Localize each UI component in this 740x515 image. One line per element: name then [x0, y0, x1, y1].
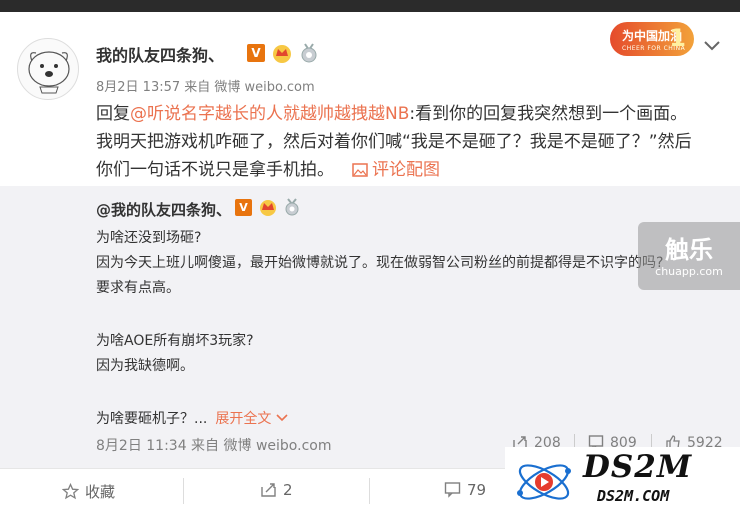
promo-banner[interactable]: 为中国加油 CHEER FOR CHINA 1	[610, 22, 694, 56]
chevron-down-icon	[276, 414, 288, 422]
repost-line: 因为今天上班儿啊傻逼，最开始微博就说了。现在做弱智公司粉丝的前提都得是不识字的吗…	[96, 255, 664, 271]
divider	[369, 478, 370, 504]
expand-full-text[interactable]: 展开全文	[215, 411, 288, 427]
repost-line: 为啥还没到场砸?	[96, 230, 202, 246]
verified-badge[interactable]: V	[247, 44, 265, 62]
repost-username[interactable]: @我的队友四条狗、	[96, 199, 231, 220]
comment-icon	[444, 482, 461, 498]
repost-line: 因为我缺德啊。	[96, 358, 194, 374]
favorite-button[interactable]: 收藏	[61, 481, 116, 502]
repost-line: 为啥要砸机子？...	[96, 411, 208, 427]
comment-button[interactable]: 79	[444, 481, 486, 499]
repost-medal-badge-icon[interactable]	[283, 198, 301, 216]
comment-pic-link[interactable]: 评论配图	[352, 160, 440, 180]
avatar[interactable]	[17, 38, 79, 100]
watermark-sub: chuapp.com	[655, 265, 723, 278]
expand-label: 展开全文	[215, 411, 272, 427]
watermark-title: 触乐	[665, 236, 713, 264]
repost-button[interactable]: 2	[260, 481, 293, 499]
comment-button-count: 79	[467, 481, 487, 499]
repost-crown-badge-icon[interactable]	[258, 197, 278, 217]
repost-line: 要求有点高。	[96, 280, 180, 296]
post-text-1: :看到你的回复我突然想到一个画面。	[409, 104, 688, 124]
chuapp-watermark: 触乐 chuapp.com	[638, 222, 740, 290]
post-text-3: 你们一句话不说只是拿手机拍。	[96, 160, 334, 180]
post-text-2: 我明天把游戏机咋砸了，然后对着你们喊“我是不是砸了？我是不是砸了？”然后	[96, 132, 692, 152]
ds2m-watermark: DS2M DS2M.COM	[505, 447, 740, 515]
ds2m-title: DS2M	[583, 449, 693, 485]
chevron-down-icon[interactable]	[703, 37, 721, 51]
post-username[interactable]: 我的队友四条狗、	[96, 42, 224, 66]
repost-last-line: 为啥要砸机子？... 展开全文	[96, 408, 288, 428]
repost-button-count: 2	[283, 481, 293, 499]
star-icon	[61, 482, 80, 500]
post-meta: 8月2日 13:57 来自 微博 weibo.com	[96, 80, 315, 95]
repost-verified-badge[interactable]: V	[235, 199, 252, 216]
ds2m-sub: DS2M.COM	[597, 487, 670, 505]
share-icon	[261, 483, 276, 497]
mention-link[interactable]: @听说名字越长的人就越帅越拽越NB	[130, 104, 409, 124]
atom-logo-icon	[517, 464, 571, 500]
divider	[183, 478, 184, 504]
favorite-label: 收藏	[85, 483, 116, 501]
crown-badge-icon[interactable]	[271, 42, 293, 64]
post-body: 回复@听说名字越长的人就越帅越拽越NB:看到你的回复我突然想到一个画面。 我明天…	[96, 100, 726, 184]
repost-meta: 8月2日 11:34 来自 微博 weibo.com	[96, 438, 332, 454]
medal-badge-icon[interactable]	[299, 43, 319, 63]
repost-line: 为啥AOE所有崩坏3玩家?	[96, 333, 254, 349]
comment-pic-label: 评论配图	[372, 160, 440, 180]
top-bar	[0, 0, 740, 12]
reply-prefix: 回复	[96, 104, 130, 124]
promo-number: 1	[669, 24, 686, 52]
